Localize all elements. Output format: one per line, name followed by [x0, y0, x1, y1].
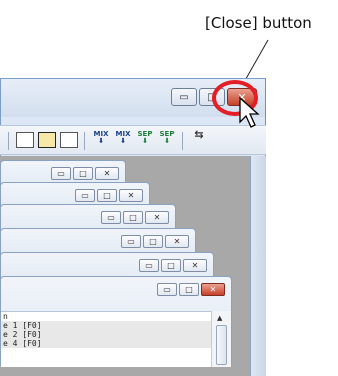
child-close-button-active[interactable]: ✕	[201, 283, 225, 296]
transfer-icon[interactable]: ⇆	[190, 129, 208, 149]
scroll-thumb[interactable]	[216, 325, 227, 365]
active-child-window[interactable]: ▭ □ ✕ n e 1 [F0] e 2 [F0] e 4 [F0] ▲	[0, 276, 232, 367]
minimize-icon: ▭	[127, 237, 135, 246]
child-close-button[interactable]: ✕	[183, 259, 207, 272]
list-header: n	[1, 312, 211, 321]
vertical-scrollbar[interactable]: ▲	[211, 311, 231, 367]
screen-list: n e 1 [F0] e 2 [F0] e 4 [F0]	[1, 311, 211, 367]
mix-down-icon[interactable]: MIX ⬇	[92, 131, 110, 149]
close-icon: ✕	[191, 261, 199, 270]
minimize-button[interactable]: ▭	[171, 88, 197, 106]
list-item[interactable]: e 4 [F0]	[1, 339, 211, 348]
toolbar-separator	[84, 132, 85, 150]
child-minimize-button[interactable]: ▭	[101, 211, 121, 224]
child-maximize-button[interactable]: □	[161, 259, 181, 272]
mix-label-2: MIX	[115, 130, 131, 138]
close-icon: ✕	[103, 169, 111, 178]
maximize-icon: □	[79, 169, 87, 178]
sep-down-icon[interactable]: SEP ⬇	[136, 131, 154, 149]
scroll-up-icon[interactable]: ▲	[217, 314, 222, 322]
right-frame	[250, 156, 266, 376]
close-icon: ✕	[127, 191, 135, 200]
maximize-icon: □	[185, 285, 193, 294]
maximize-icon: □	[129, 213, 137, 222]
mix-label: MIX	[93, 130, 109, 138]
minimize-icon: ▭	[57, 169, 65, 178]
child-minimize-button[interactable]: ▭	[139, 259, 159, 272]
child-close-button[interactable]: ✕	[95, 167, 119, 180]
child-maximize-button[interactable]: □	[123, 211, 143, 224]
sep-label-2: SEP	[159, 130, 175, 138]
maximize-icon: □	[167, 261, 175, 270]
child-close-button[interactable]: ✕	[165, 235, 189, 248]
sep-down-icon-2[interactable]: SEP ⬇	[158, 131, 176, 149]
mix-down-icon-2[interactable]: MIX ⬇	[114, 131, 132, 149]
child-maximize-button[interactable]: □	[73, 167, 93, 180]
mouse-pointer-icon	[239, 96, 260, 128]
child-minimize-button[interactable]: ▭	[75, 189, 95, 202]
maximize-icon: □	[103, 191, 111, 200]
list-item[interactable]: e 1 [F0]	[1, 321, 211, 330]
child-maximize-button[interactable]: □	[179, 283, 199, 296]
child-minimize-button[interactable]: ▭	[157, 283, 177, 296]
child-maximize-button[interactable]: □	[97, 189, 117, 202]
list-item[interactable]: e 2 [F0]	[1, 330, 211, 339]
toolbar: MIX ⬇ MIX ⬇ SEP ⬇ SEP ⬇ ⇆	[0, 125, 266, 155]
minimize-icon: ▭	[179, 91, 189, 103]
child-close-button[interactable]: ✕	[119, 189, 143, 202]
child-close-button[interactable]: ✕	[145, 211, 169, 224]
toolbar-separator	[182, 132, 183, 150]
toolbar-separator	[8, 132, 9, 150]
close-icon: ✕	[153, 213, 161, 222]
screen-icon-1[interactable]	[16, 132, 34, 148]
minimize-icon: ▭	[107, 213, 115, 222]
close-icon: ✕	[209, 285, 217, 294]
child-minimize-button[interactable]: ▭	[51, 167, 71, 180]
minimize-icon: ▭	[81, 191, 89, 200]
minimize-icon: ▭	[163, 285, 171, 294]
sep-label: SEP	[137, 130, 153, 138]
maximize-icon: □	[149, 237, 157, 246]
screen-icon-2[interactable]	[38, 132, 56, 148]
child-maximize-button[interactable]: □	[143, 235, 163, 248]
minimize-icon: ▭	[145, 261, 153, 270]
screen-icon-3[interactable]	[60, 132, 78, 148]
child-minimize-button[interactable]: ▭	[121, 235, 141, 248]
close-icon: ✕	[173, 237, 181, 246]
